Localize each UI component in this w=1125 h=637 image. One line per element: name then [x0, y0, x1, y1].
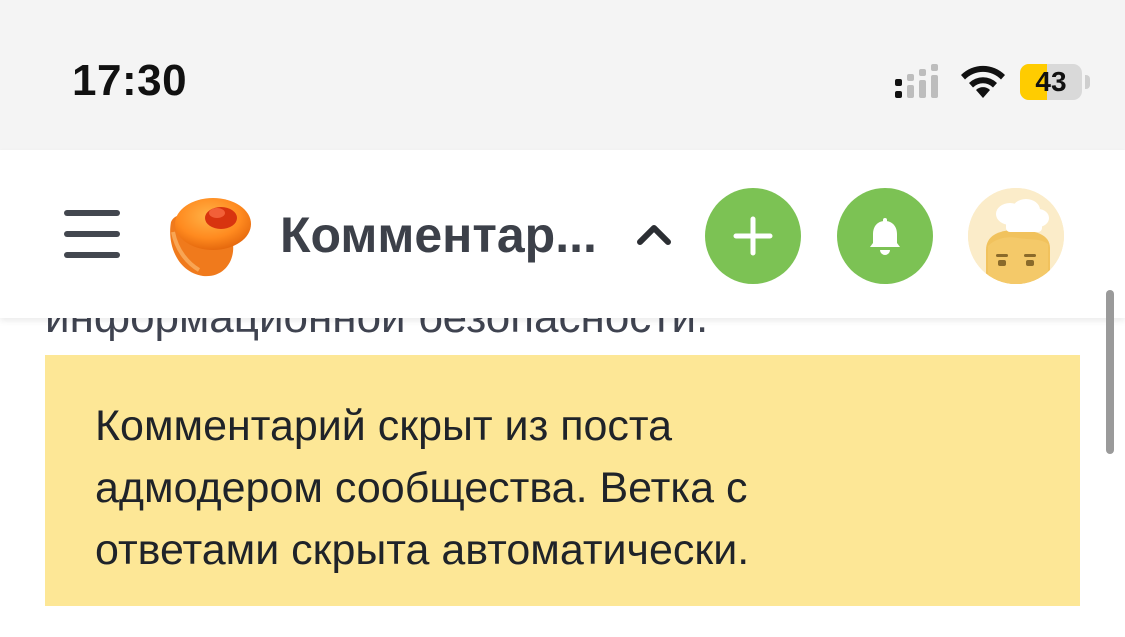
scrollbar[interactable] — [1106, 290, 1114, 454]
status-time: 17:30 — [72, 56, 188, 105]
battery-level: 43 — [1035, 66, 1067, 97]
notice-line-2: адмодером сообщества. Ветка с — [95, 464, 748, 512]
partial-comment-text: информационной безопасности. — [45, 318, 708, 343]
wifi-icon — [961, 65, 1005, 98]
pikabu-logo-icon[interactable] — [163, 192, 253, 278]
user-avatar-chef-icon — [968, 188, 1064, 284]
hidden-comment-notice: Комментарий скрыт из поста адмодером соо… — [45, 355, 1080, 606]
hamburger-menu-icon[interactable] — [64, 208, 122, 260]
notice-line-3: ответами скрыта автоматически. — [95, 526, 750, 574]
content-area: информационной безопасности. Комментарий… — [0, 318, 1125, 637]
status-bar: 17:30 43 — [0, 0, 1125, 150]
notice-text: Комментарий скрыт из поста адмодером соо… — [95, 395, 995, 581]
add-post-button[interactable] — [705, 188, 801, 284]
app-header: Комментар... — [0, 150, 1125, 318]
chevron-up-icon[interactable] — [632, 216, 676, 252]
battery-tip — [1085, 75, 1090, 89]
plus-icon — [733, 216, 773, 256]
notifications-button[interactable] — [837, 188, 933, 284]
page-title: Комментар... — [280, 207, 597, 263]
avatar[interactable] — [968, 188, 1064, 284]
bell-icon — [870, 218, 900, 255]
notice-line-1: Комментарий скрыт из поста — [95, 402, 673, 450]
screen: 17:30 43 Комментар... Комментарий скрыт … — [0, 0, 1125, 637]
cellular-signal-icon — [895, 64, 938, 98]
battery-indicator: 43 — [1020, 64, 1092, 100]
